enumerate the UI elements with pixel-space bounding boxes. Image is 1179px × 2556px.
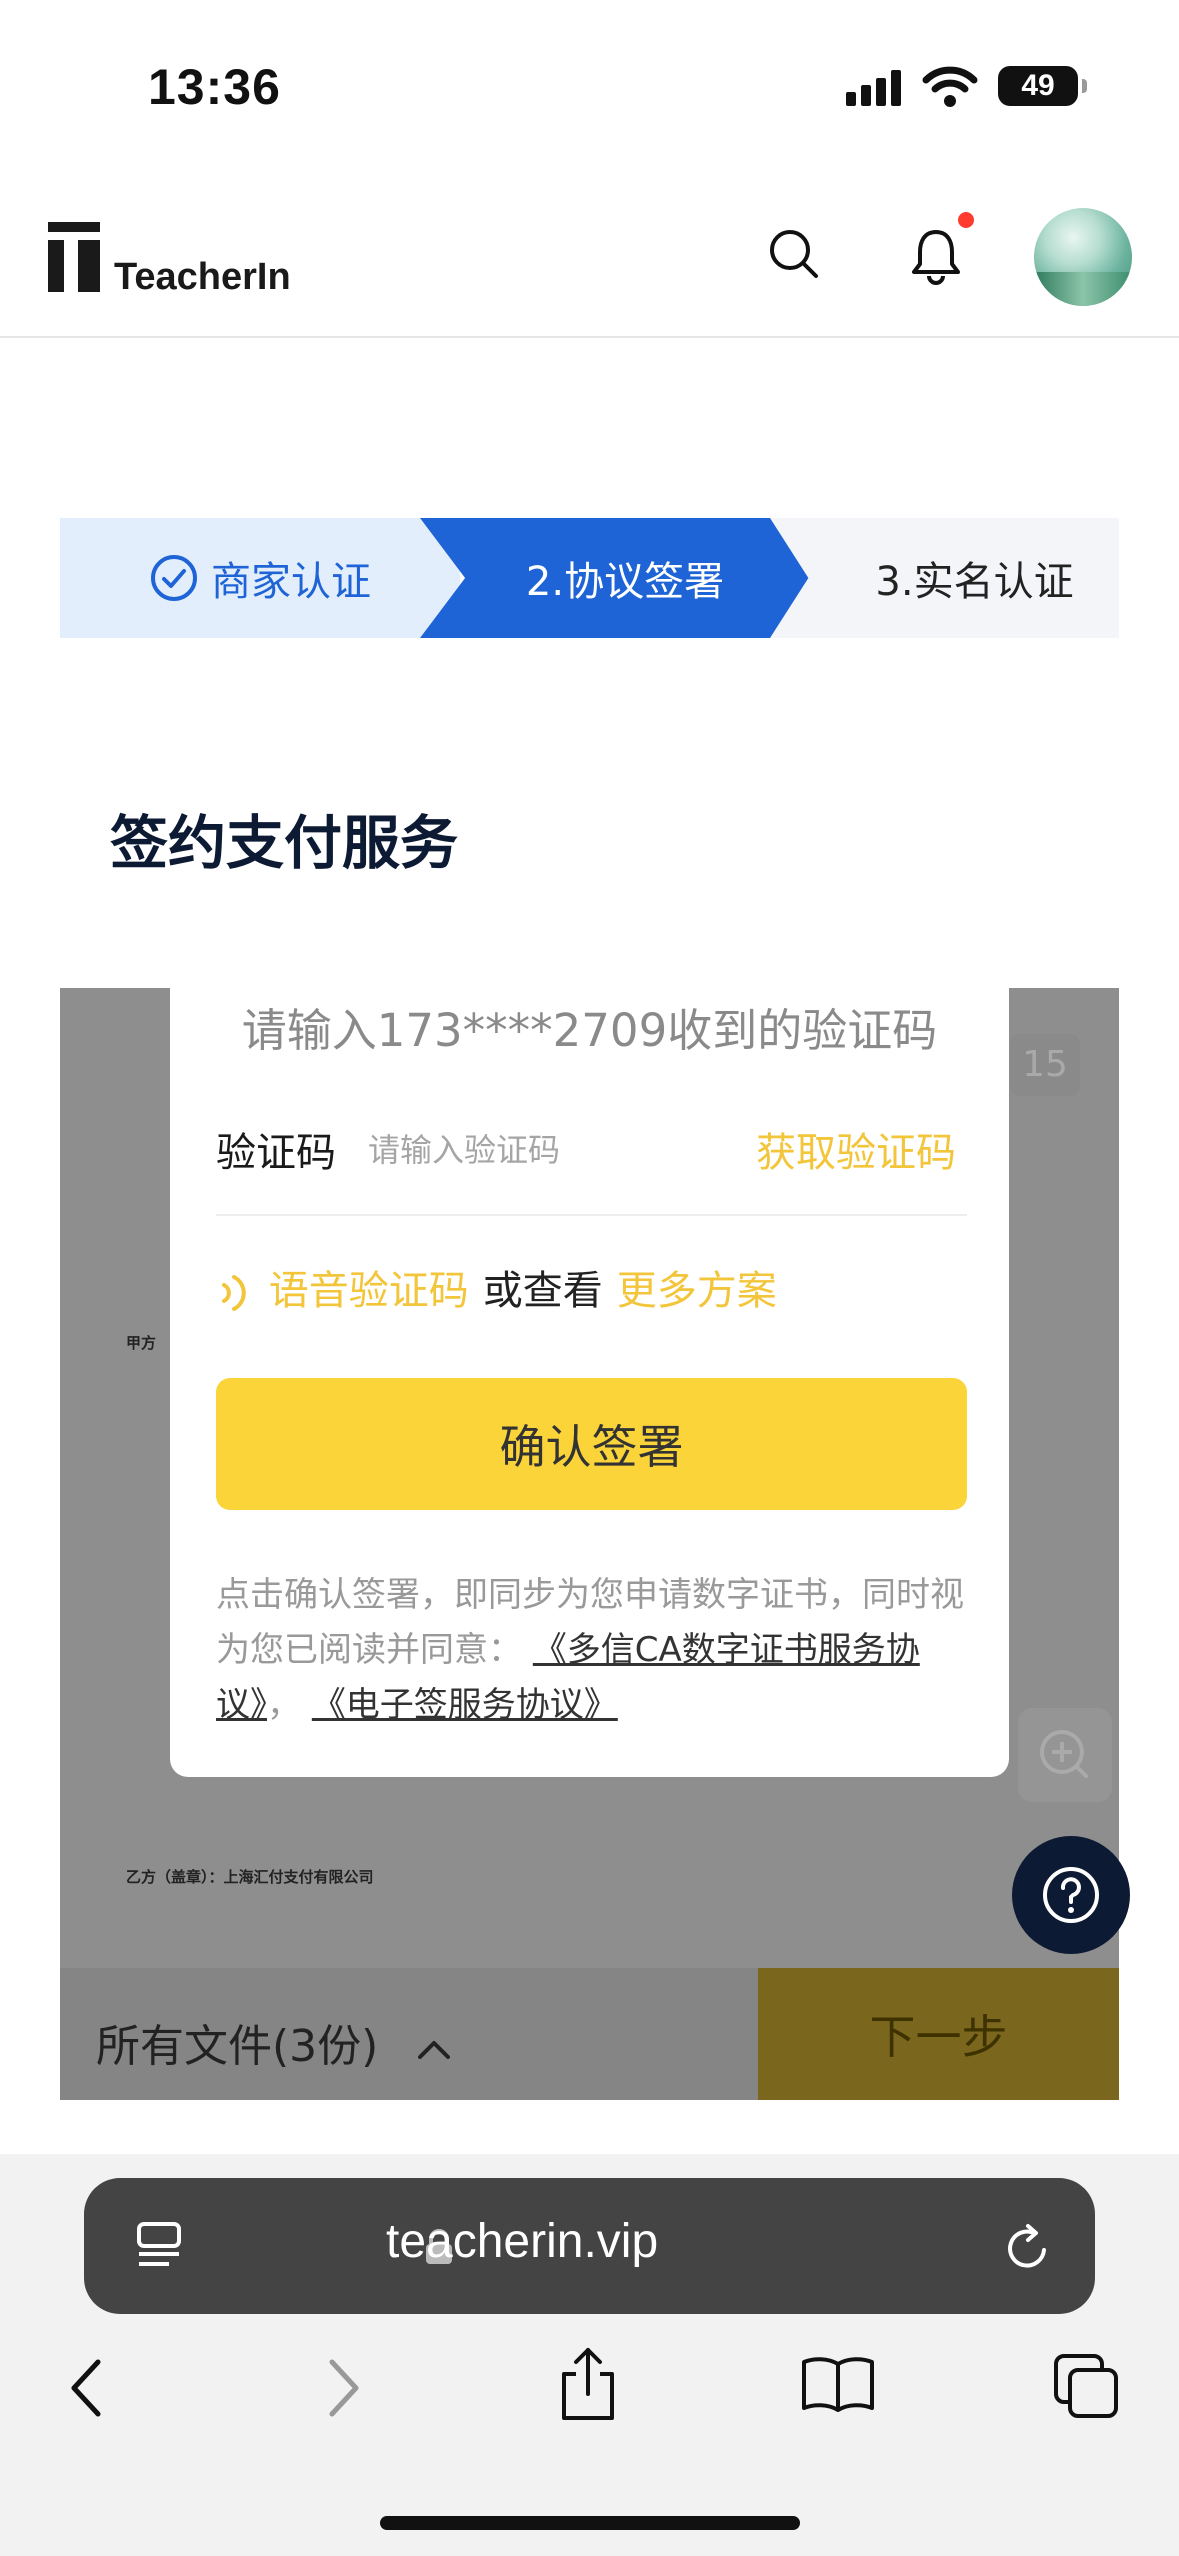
legal-separator: ， (267, 1685, 301, 1725)
voice-code-label: 语音验证码 (268, 1268, 469, 1314)
home-indicator (380, 2516, 800, 2530)
step-2-label: 2.协议签署 (525, 559, 725, 605)
logo-text: TeacherIn (114, 256, 291, 298)
signal-icon (846, 70, 901, 106)
zoom-in-icon (1040, 1730, 1088, 1778)
reader-mode-icon[interactable] (134, 2220, 186, 2272)
modal-divider (216, 1214, 967, 1216)
question-icon (1043, 1867, 1099, 1923)
forward-icon[interactable] (318, 2356, 368, 2422)
party-b-text: 乙方（盖章）：上海汇付支付有限公司 (126, 1868, 374, 1886)
voice-code-link[interactable]: 语音验证码 (216, 1258, 469, 1316)
party-a-text: 甲方 (126, 1334, 157, 1352)
get-code-button[interactable]: 获取验证码 (756, 1120, 956, 1178)
teacherin-logo-icon (48, 222, 100, 292)
code-label: 验证码 (216, 1130, 336, 1176)
wifi-icon (922, 66, 978, 107)
sound-wave-icon (222, 1275, 246, 1311)
header-divider (0, 336, 1179, 338)
page-title: 签约支付服务 (110, 809, 459, 877)
step-agreement-signing: 2.协议签署 (420, 518, 830, 638)
help-button[interactable] (1012, 1836, 1130, 1954)
all-files-toggle[interactable]: 所有文件(3份) (96, 2010, 452, 2074)
reload-icon[interactable] (1000, 2220, 1056, 2276)
bookmarks-icon[interactable] (800, 2354, 876, 2414)
e-sign-agreement-link[interactable]: 《电子签服务协议》 (312, 1685, 618, 1725)
chevron-up-icon (418, 2041, 451, 2059)
next-step-button[interactable]: 下一步 (758, 1968, 1119, 2100)
legal-text: 点击确认签署，即同步为您申请数字证书，同时视为您已阅读并同意： 《多信CA数字证… (216, 1568, 967, 1733)
check-circle-icon (151, 555, 197, 601)
back-icon[interactable] (62, 2356, 112, 2422)
url-text: teacherin.vip (386, 2215, 659, 2268)
bell-icon[interactable] (910, 226, 962, 286)
page-count-badge: 15 (1010, 1034, 1080, 1096)
zoom-in-button[interactable] (1018, 1708, 1112, 1802)
notification-dot (958, 212, 974, 228)
step-1-label: 商家认证 (211, 559, 371, 605)
share-icon[interactable] (556, 2346, 620, 2422)
or-view-text: 或查看 (482, 1268, 603, 1314)
search-icon[interactable] (768, 228, 820, 280)
step-3-label: 3.实名认证 (875, 559, 1074, 605)
voice-code-row: 语音验证码 或查看 更多方案 (216, 1258, 777, 1316)
all-files-label: 所有文件(3份) (96, 2021, 379, 2072)
more-options-link[interactable]: 更多方案 (617, 1258, 777, 1316)
verification-modal: 请输入173****2709收到的验证码 验证码 获取验证码 语音验证码 或查看… (170, 988, 1009, 1777)
battery-indicator: 49 (998, 66, 1087, 106)
status-time: 13:36 (148, 59, 281, 115)
tabs-icon[interactable] (1052, 2352, 1122, 2422)
confirm-sign-button[interactable]: 确认签署 (216, 1378, 967, 1510)
step-merchant-verification: 商家认证 (60, 518, 460, 638)
avatar[interactable] (1034, 208, 1132, 306)
verification-code-input[interactable] (366, 1124, 730, 1176)
step-real-name: 3.实名认证 (770, 518, 1119, 638)
modal-title: 请输入173****2709收到的验证码 (241, 1004, 938, 1057)
